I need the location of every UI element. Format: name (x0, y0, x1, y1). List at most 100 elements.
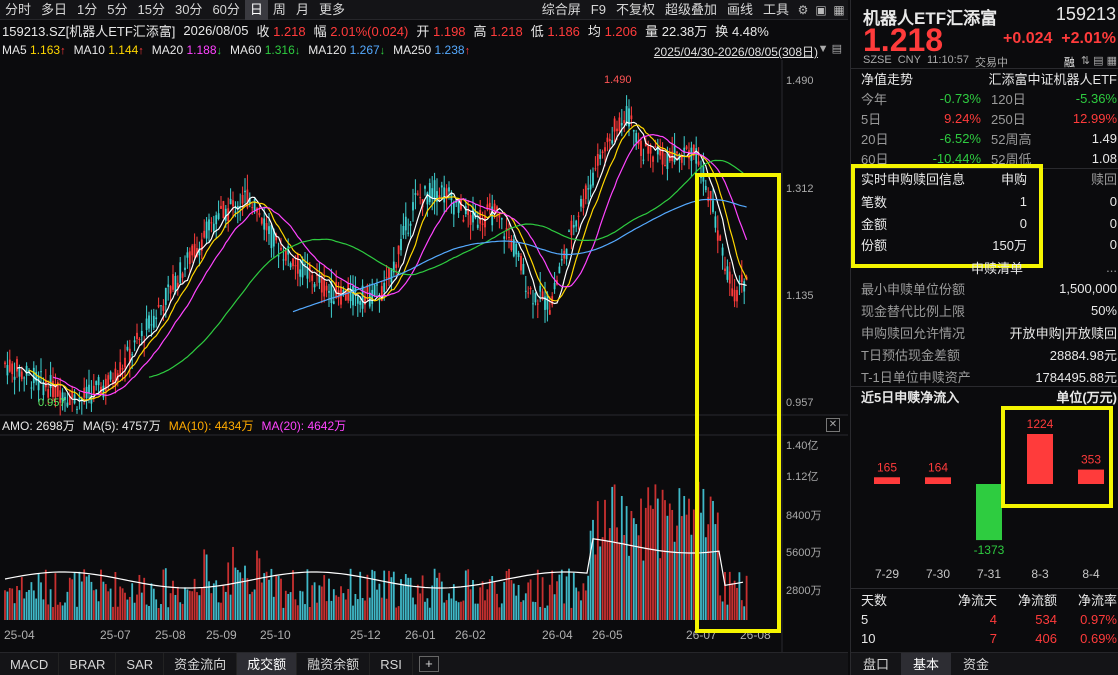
close-icon[interactable]: ✕ (826, 418, 840, 432)
period-intraday[interactable]: 分时 (0, 0, 36, 20)
tab-turnover[interactable]: 成交额 (237, 652, 298, 675)
date-range-link[interactable]: 2025/04/30-2026/08/05(308日) (654, 43, 818, 60)
candle-body (222, 201, 225, 219)
tab-funds[interactable]: 资金 (951, 653, 1001, 675)
volume-bar (464, 570, 467, 620)
volume-bar (289, 592, 292, 620)
volume-bar (133, 602, 136, 620)
open-value: 1.198 (433, 23, 466, 39)
volume-bar (191, 591, 194, 620)
candle-body (299, 269, 302, 277)
grid-icon[interactable]: ▦ (830, 0, 848, 20)
candle-body (409, 223, 412, 226)
tab-fund-flow[interactable]: 资金流向 (164, 652, 238, 675)
layout-icon[interactable]: ▣ (812, 0, 830, 20)
volume-bar (18, 590, 21, 620)
volume-bar (488, 579, 491, 620)
candle-body (208, 219, 210, 231)
volume-bar (150, 583, 153, 620)
tab-basic[interactable]: 基本 (901, 652, 952, 675)
period-month[interactable]: 月 (291, 0, 314, 20)
volume-bar (563, 603, 566, 620)
volume-bar (452, 584, 455, 620)
volume-bar (85, 576, 88, 620)
volume-bar (366, 574, 369, 620)
volume-bar (47, 604, 50, 620)
tab-macd[interactable]: MACD (0, 652, 60, 675)
no-adjust-button[interactable]: 不复权 (611, 0, 660, 20)
candle-body (109, 371, 112, 380)
volume-bar (642, 560, 645, 620)
period-1min[interactable]: 1分 (72, 0, 102, 20)
volume-bar (184, 587, 186, 620)
candle-body (138, 338, 141, 340)
volume-bar (484, 600, 486, 620)
candle-body (416, 193, 419, 195)
volume-bar (683, 496, 686, 620)
tab-sar[interactable]: SAR (116, 652, 165, 675)
candle-body (462, 219, 465, 222)
tab-brar[interactable]: BRAR (59, 652, 117, 675)
volume-bar (527, 582, 530, 620)
candle-body (608, 139, 611, 142)
volume-bar (556, 581, 558, 620)
period-15min[interactable]: 15分 (133, 0, 170, 20)
period-multiday[interactable]: 多日 (36, 0, 72, 20)
volume-bar (620, 495, 623, 620)
period-5min[interactable]: 5分 (102, 0, 132, 20)
quote-info-bar: 159213.SZ[机器人ETF汇添富] 2026/08/05 收 1.218 … (0, 20, 848, 40)
nav-perf-row: 今年 -0.73% 120日 -5.36% (861, 90, 1117, 107)
candle-body (587, 188, 590, 190)
candle-body (613, 118, 616, 132)
candle-body (280, 248, 282, 250)
volume-bar (402, 584, 405, 620)
volume-bar (505, 570, 508, 620)
volume-bar (392, 571, 395, 620)
draw-line-button[interactable]: 画线 (722, 0, 758, 20)
settings-icon[interactable]: ⚙ (794, 0, 812, 20)
volume-bar (407, 577, 410, 620)
add-indicator-icon[interactable]: + (418, 656, 439, 672)
period-30min[interactable]: 30分 (170, 0, 207, 20)
high-value: 1.218 (490, 23, 523, 39)
candle-body (424, 186, 426, 189)
volume-bar (37, 573, 40, 620)
chart-menu-icon[interactable]: ▼ ▤ (818, 42, 842, 55)
volume-bar (664, 500, 666, 620)
candle-body (184, 267, 186, 271)
volume-bar (265, 571, 268, 620)
tab-order-book[interactable]: 盘口 (851, 653, 901, 675)
amount-label: 量 (645, 23, 659, 39)
candle-body (635, 133, 638, 143)
period-day[interactable]: 日 (244, 0, 268, 20)
candle-body (97, 377, 100, 386)
period-week[interactable]: 周 (268, 0, 291, 20)
f9-button[interactable]: F9 (586, 0, 611, 20)
candle-body (356, 296, 359, 304)
combo-screen-button[interactable]: 综合屏 (537, 0, 586, 20)
candle-body (599, 154, 602, 159)
tab-rsi[interactable]: RSI (370, 652, 413, 675)
volume-bar (570, 607, 573, 620)
volume-bar (6, 591, 9, 620)
volume-bar (140, 592, 143, 620)
period-more[interactable]: 更多 (314, 0, 350, 20)
volume-bar (419, 593, 422, 620)
volume-bar (277, 575, 280, 620)
volume-bar (618, 542, 621, 620)
period-60min[interactable]: 60分 (207, 0, 244, 20)
candle-body (234, 211, 237, 213)
tab-margin-balance[interactable]: 融资余额 (297, 652, 371, 675)
super-overlay-button[interactable]: 超级叠加 (660, 0, 722, 20)
fund-code: 159213 (1055, 4, 1116, 24)
volume-bar (352, 605, 354, 620)
volume-bar (224, 591, 227, 620)
tools-button[interactable]: 工具 (758, 0, 794, 20)
candle-body (558, 266, 561, 274)
creation-list-row: T-1日单位申赎资产 1784495.88元 (861, 369, 1117, 385)
volume-bar (676, 525, 678, 620)
volume-bar (268, 579, 270, 620)
price-axis-label: 1.312 (786, 183, 814, 195)
candle-body (404, 216, 407, 231)
candle-body (412, 202, 414, 211)
